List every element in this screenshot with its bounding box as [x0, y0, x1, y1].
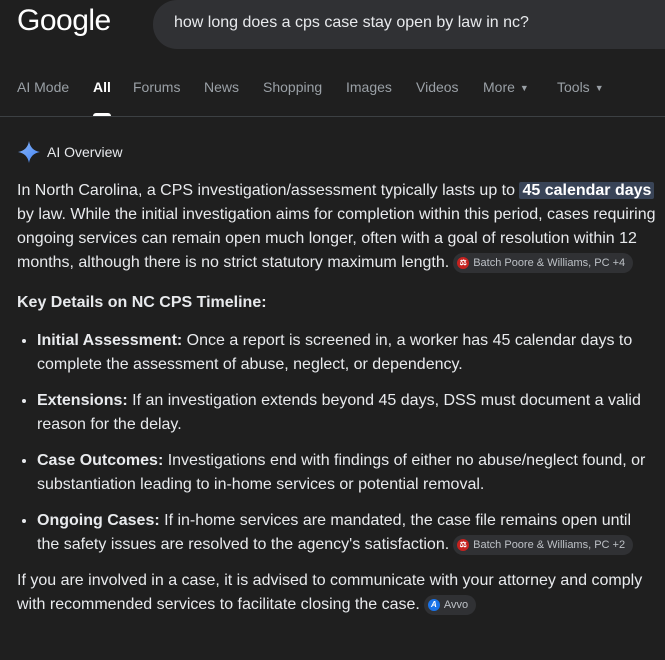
- key-details-list: Initial Assessment: Once a report is scr…: [17, 329, 657, 557]
- intro-text-start: In North Carolina, a CPS investigation/a…: [17, 182, 520, 199]
- source-chip-label: Batch Poore & Williams, PC +4: [473, 257, 626, 269]
- closing-text: If you are involved in a case, it is adv…: [17, 572, 643, 613]
- closing-paragraph: If you are involved in a case, it is adv…: [17, 569, 657, 617]
- tab-videos[interactable]: Videos: [416, 79, 459, 95]
- caret-down-icon: ▼: [594, 83, 604, 94]
- ai-overview-body: In North Carolina, a CPS investigation/a…: [17, 179, 657, 617]
- list-item: Initial Assessment: Once a report is scr…: [37, 329, 657, 377]
- key-details-heading: Key Details on NC CPS Timeline:: [17, 294, 267, 311]
- bullet-text: If an investigation extends beyond 45 da…: [37, 392, 641, 433]
- search-box[interactable]: [153, 0, 665, 49]
- tab-more-label: More: [483, 79, 515, 95]
- highlighted-answer: 45 calendar days: [519, 182, 655, 199]
- law-firm-favicon-icon: ⚖: [457, 539, 470, 551]
- list-item: Ongoing Cases: If in-home services are m…: [37, 509, 657, 557]
- caret-down-icon: ▼: [519, 83, 529, 94]
- intro-paragraph: In North Carolina, a CPS investigation/a…: [17, 179, 657, 275]
- tab-tools[interactable]: Tools ▼: [557, 79, 604, 95]
- tab-forums[interactable]: Forums: [133, 79, 180, 95]
- tab-ai-mode[interactable]: AI Mode: [17, 79, 69, 95]
- sparkle-icon: [18, 141, 40, 163]
- source-chip[interactable]: A Avvo: [423, 595, 477, 615]
- bullet-title: Case Outcomes:: [37, 452, 164, 469]
- google-logo[interactable]: Google: [17, 4, 111, 38]
- avvo-favicon-icon: A: [427, 599, 440, 611]
- source-chip-label: Batch Poore & Williams, PC +2: [473, 539, 626, 551]
- source-chip[interactable]: ⚖ Batch Poore & Williams, PC +2: [453, 535, 634, 555]
- tab-tools-label: Tools: [557, 79, 590, 95]
- ai-overview-header: AI Overview: [17, 140, 122, 164]
- source-chip-label: Avvo: [443, 599, 469, 611]
- tab-news[interactable]: News: [204, 79, 239, 95]
- law-firm-favicon-icon: ⚖: [457, 257, 470, 269]
- list-item: Case Outcomes: Investigations end with f…: [37, 449, 657, 497]
- tab-all[interactable]: All: [93, 79, 111, 116]
- tab-images[interactable]: Images: [346, 79, 392, 95]
- bullet-title: Initial Assessment:: [37, 332, 183, 349]
- bullet-title: Ongoing Cases:: [37, 512, 160, 529]
- tab-more[interactable]: More ▼: [483, 79, 529, 95]
- tab-shopping[interactable]: Shopping: [263, 79, 322, 95]
- list-item: Extensions: If an investigation extends …: [37, 389, 657, 437]
- bullet-title: Extensions:: [37, 392, 128, 409]
- search-tabs: AI Mode All Forums News Shopping Images …: [0, 70, 665, 117]
- search-input[interactable]: [174, 13, 634, 32]
- source-chip[interactable]: ⚖ Batch Poore & Williams, PC +4: [453, 253, 634, 273]
- ai-overview-title: AI Overview: [47, 144, 123, 160]
